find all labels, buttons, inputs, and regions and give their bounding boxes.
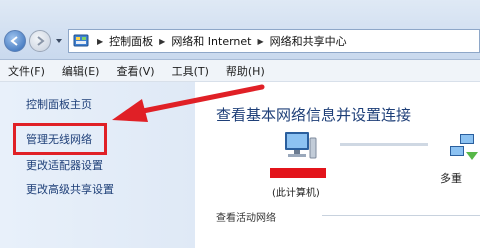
sidebar-link-advanced-sharing[interactable]: 更改高级共享设置 <box>26 181 114 197</box>
menu-help[interactable]: 帮助(H) <box>226 63 265 79</box>
back-button[interactable] <box>4 30 26 52</box>
breadcrumb-separator: ▶ <box>257 36 264 46</box>
control-panel-icon <box>73 34 89 47</box>
breadcrumb-network-internet[interactable]: 网络和 Internet <box>171 33 251 49</box>
network-icon <box>450 134 478 160</box>
active-networks-heading: 查看活动网络 <box>216 213 276 224</box>
recent-pages-dropdown-icon[interactable] <box>55 37 63 45</box>
sidebar-link-control-panel-home[interactable]: 控制面板主页 <box>26 96 92 112</box>
computer-icon <box>285 132 317 159</box>
menu-file[interactable]: 文件(F) <box>8 63 45 79</box>
forward-button[interactable] <box>29 30 51 52</box>
menu-view[interactable]: 查看(V) <box>116 63 154 79</box>
address-bar: ▶ 控制面板 ▶ 网络和 Internet ▶ 网络和共享中心 <box>0 0 480 60</box>
menu-edit[interactable]: 编辑(E) <box>62 63 100 79</box>
menu-bar: 文件(F) 编辑(E) 查看(V) 工具(T) 帮助(H) <box>0 60 480 82</box>
breadcrumb-separator: ▶ <box>159 36 166 46</box>
back-arrow-icon <box>10 36 18 46</box>
page-title: 查看基本网络信息并设置连接 <box>216 106 412 124</box>
section-divider <box>322 215 480 216</box>
breadcrumb-separator: ▶ <box>97 36 104 46</box>
computer-label: (此计算机) <box>272 188 320 199</box>
redaction-bar <box>270 168 326 178</box>
connection-line <box>340 143 428 146</box>
menu-tools[interactable]: 工具(T) <box>172 63 209 79</box>
sidebar-link-adapter-settings[interactable]: 更改适配器设置 <box>26 157 103 173</box>
network-label: 多重 <box>440 172 462 185</box>
highlight-box <box>13 123 107 155</box>
breadcrumb-control-panel[interactable]: 控制面板 <box>109 33 153 49</box>
breadcrumb-network-sharing-center[interactable]: 网络和共享中心 <box>270 33 347 49</box>
breadcrumb[interactable]: ▶ 控制面板 ▶ 网络和 Internet ▶ 网络和共享中心 <box>68 29 480 53</box>
forward-arrow-icon <box>37 36 45 46</box>
